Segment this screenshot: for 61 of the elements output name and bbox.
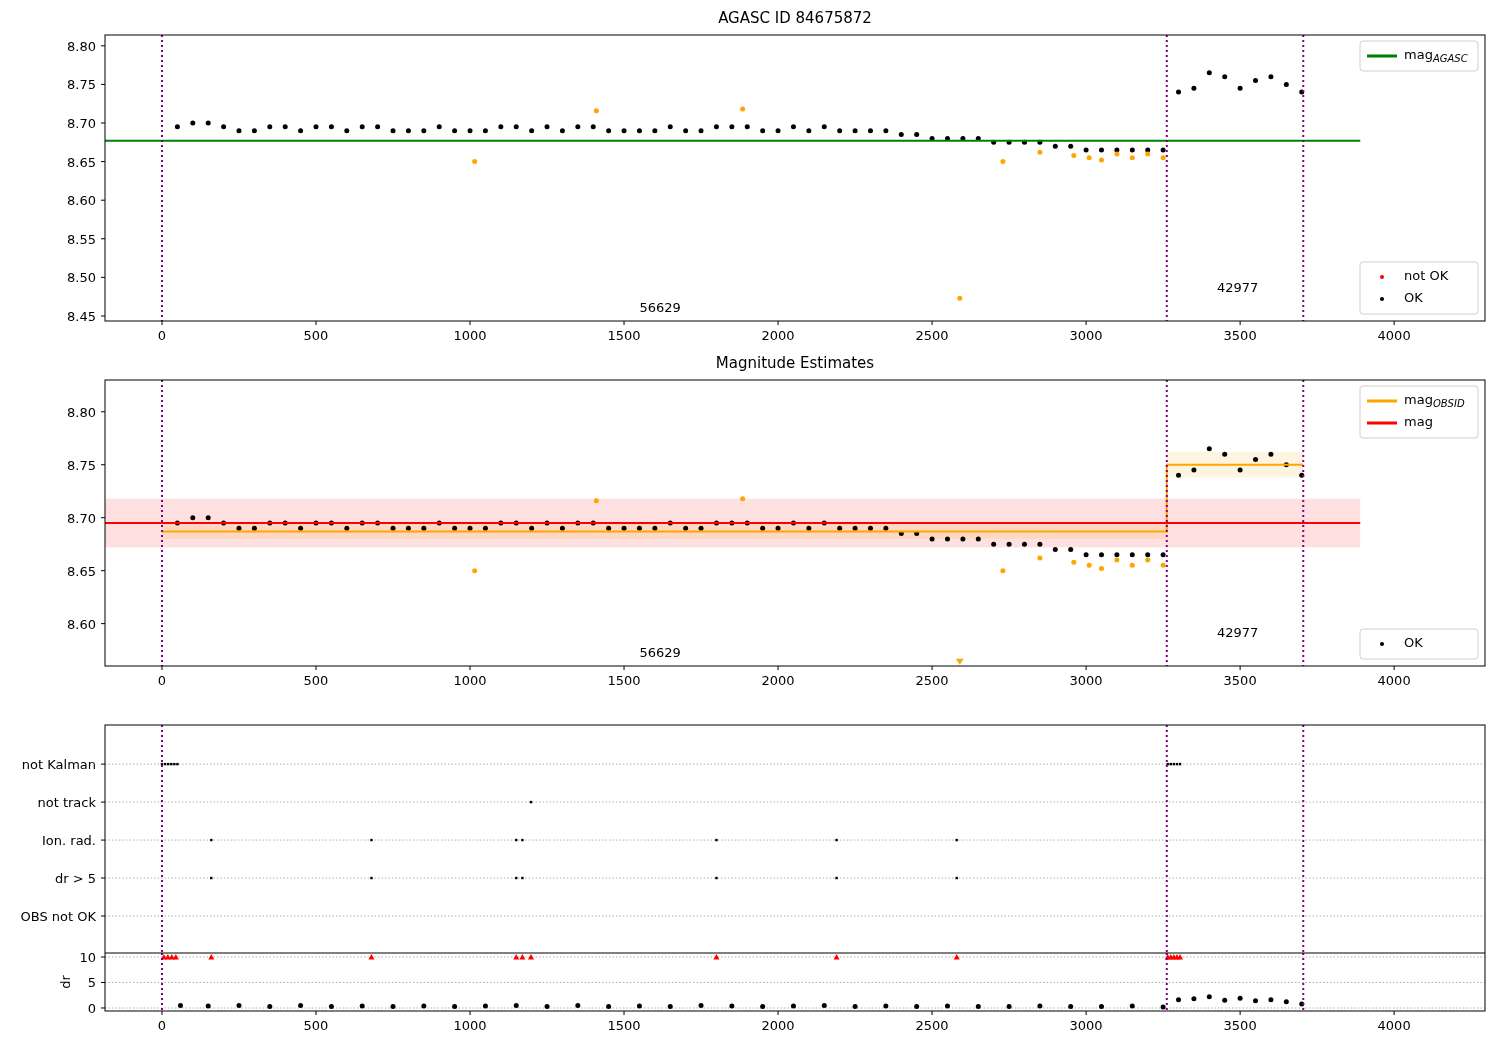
legend-label: OK xyxy=(1404,634,1424,652)
tick-label: 2000 xyxy=(761,1018,795,1033)
tick-label: 4000 xyxy=(1377,328,1411,343)
legend-label: mag$_{AGASC}$ xyxy=(1404,46,1469,64)
tick-label: 3500 xyxy=(1223,673,1257,688)
tick-label: 8.50 xyxy=(67,270,96,286)
tick-label: 1500 xyxy=(607,673,641,688)
tick-label: 0 xyxy=(157,328,167,343)
tick-label: 500 xyxy=(303,328,329,343)
tick-label: OBS not OK xyxy=(20,909,96,924)
chart-title: AGASC ID 84675872 xyxy=(718,9,872,27)
axis-label: dr xyxy=(58,975,73,989)
legend-label: mag xyxy=(1404,413,1434,431)
tick-label: 2500 xyxy=(915,673,949,688)
tick-label: 4000 xyxy=(1377,1018,1411,1033)
tick-label: 8.80 xyxy=(67,38,96,54)
tick-label: 8.55 xyxy=(67,231,96,247)
tick-label: 8.60 xyxy=(67,616,96,632)
annotation-label: 42977 xyxy=(1217,625,1259,640)
tick-label: 4000 xyxy=(1377,673,1411,688)
tick-label: 2500 xyxy=(915,328,949,343)
tick-label: 8.75 xyxy=(67,457,96,473)
tick-label: dr > 5 xyxy=(54,871,96,887)
tick-label: 8.80 xyxy=(67,404,96,420)
tick-label: 2000 xyxy=(761,673,795,688)
tick-label: 3000 xyxy=(1069,328,1103,343)
tick-label: 8.75 xyxy=(67,77,96,93)
tick-label: 3000 xyxy=(1069,673,1103,688)
annotation-label: 56629 xyxy=(639,300,681,315)
tick-label: Ion. rad. xyxy=(42,833,96,849)
legend-label: OK xyxy=(1404,289,1424,307)
tick-label: 3000 xyxy=(1069,1018,1103,1033)
tick-label: 2000 xyxy=(761,328,795,343)
tick-label: 8.45 xyxy=(67,309,96,324)
chart-title: Magnitude Estimates xyxy=(715,354,875,372)
tick-label: 1000 xyxy=(453,673,487,688)
tick-label: 3500 xyxy=(1223,1018,1257,1033)
legend-label: not OK xyxy=(1404,267,1450,285)
tick-label: 10 xyxy=(79,953,96,965)
tick-label: 8.65 xyxy=(67,154,96,170)
tick-label: not track xyxy=(37,795,96,811)
tick-label: 8.70 xyxy=(67,116,96,131)
tick-label: 2500 xyxy=(915,1018,949,1033)
tick-label: 8.70 xyxy=(67,510,96,526)
tick-label: 0 xyxy=(157,1018,167,1033)
tick-label: 500 xyxy=(303,1018,329,1033)
tick-label: not Kalman xyxy=(21,757,96,773)
tick-label: 500 xyxy=(303,673,329,688)
tick-label: 8.60 xyxy=(67,193,96,209)
annotation-label: 56629 xyxy=(639,645,681,660)
legend-label: mag$_{OBSID}$ xyxy=(1404,391,1466,409)
tick-label: 8.65 xyxy=(67,563,96,579)
tick-label: 1000 xyxy=(453,328,487,343)
tick-label: 3500 xyxy=(1223,328,1257,343)
tick-label: 5 xyxy=(87,975,96,991)
tick-label: 1500 xyxy=(607,328,641,343)
annotation-label: 42977 xyxy=(1217,280,1259,295)
tick-label: 0 xyxy=(157,673,167,688)
tick-label: 0 xyxy=(87,1001,96,1016)
tick-label: 1000 xyxy=(453,1018,487,1033)
tick-label: 1500 xyxy=(607,1018,641,1033)
